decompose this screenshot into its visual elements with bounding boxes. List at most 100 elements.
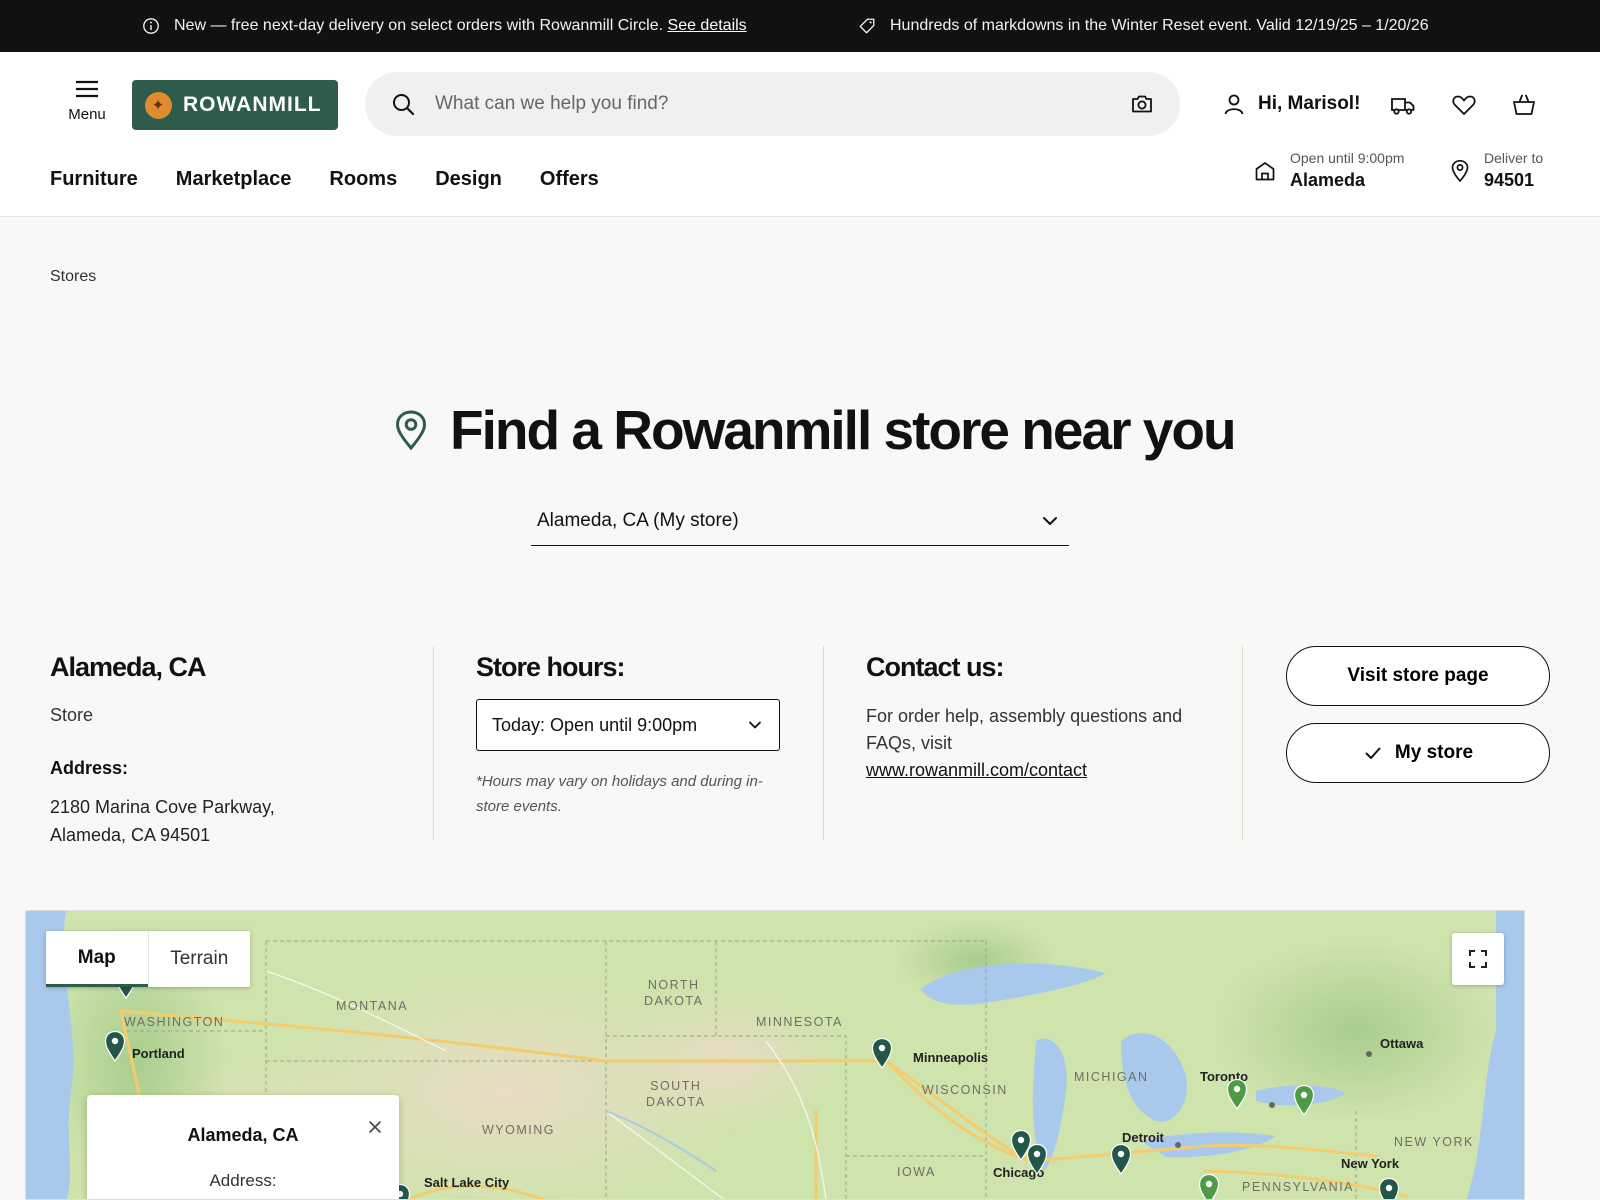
menu-label: Menu (68, 106, 106, 123)
store-selector-dropdown[interactable]: Alameda, CA (My store) (531, 496, 1069, 546)
region-montana: MONTANA (336, 999, 409, 1013)
region-pennsylvania: PENNSYLVANIA (1242, 1180, 1355, 1194)
announcement-bar: New — free next-day delivery on select o… (0, 0, 1600, 52)
greeting-text: Hi, Marisol! (1258, 93, 1361, 114)
map-info-popup: Alameda, CA Address: (87, 1095, 399, 1199)
search-input[interactable] (435, 72, 1095, 136)
checkmark-icon (1365, 747, 1381, 759)
hamburger-icon (76, 80, 98, 98)
site-logo[interactable]: ✦ ROWANMILL (132, 80, 338, 130)
store-selector-value: Alameda, CA (My store) (537, 509, 739, 531)
page-title: Find a Rowanmill store near you (450, 399, 1237, 461)
logo-text: ROWANMILL (183, 93, 322, 116)
city-ottawa: Ottawa (1380, 1036, 1424, 1051)
terrain-tab[interactable]: Terrain (147, 931, 251, 987)
region-iowa: IOWA (897, 1165, 936, 1179)
region-washington: WASHINGTON (124, 1015, 225, 1029)
search-bar (365, 72, 1180, 136)
store-marker-toronto-1[interactable] (1226, 1078, 1248, 1110)
deliver-to-label: Deliver to (1484, 150, 1544, 166)
city-portland: Portland (132, 1046, 185, 1061)
announcement-text-1: New — free next-day delivery on select o… (174, 17, 664, 34)
region-south-dakota: SOUTH DAKOTA (646, 1079, 706, 1109)
breadcrumb-stores[interactable]: Stores (50, 268, 96, 285)
popup-address-label: Address: (209, 1171, 277, 1190)
visit-store-label: Visit store page (1347, 665, 1489, 686)
address-line-1: 2180 Marina Cove Parkway, (50, 797, 275, 817)
store-map[interactable]: WASHINGTON MONTANA NORTH DAKOTA MINNESOT… (25, 910, 1525, 1200)
search-icon[interactable] (391, 92, 415, 116)
store-details: Alameda, CA Store Address: 2180 Marina C… (50, 646, 410, 845)
store-type: Store (50, 705, 94, 725)
delivery-truck-icon[interactable] (1390, 92, 1416, 118)
fullscreen-icon (1469, 950, 1487, 968)
announcement-text-2: Hundreds of markdowns in the Winter Rese… (890, 17, 1429, 34)
store-marker-chicago-2[interactable] (1026, 1143, 1048, 1175)
main-nav: Furniture Marketplace Rooms Design Offer… (50, 168, 599, 191)
see-details-link[interactable]: See details (668, 17, 747, 34)
selected-store-info[interactable]: Open until 9:00pm Alameda (1254, 150, 1404, 191)
tag-icon (859, 18, 875, 34)
region-new-york: NEW YORK (1394, 1135, 1474, 1149)
account-button[interactable]: Hi, Marisol! (1222, 92, 1360, 116)
store-title: Alameda, CA (50, 652, 207, 682)
store-status: Open until 9:00pm (1290, 150, 1405, 166)
hours-today: Today: Open until 9:00pm (492, 714, 698, 735)
deliver-zip: 94501 (1484, 170, 1535, 190)
info-icon (143, 18, 159, 34)
map-tab[interactable]: Map (46, 931, 148, 987)
contact-section: Contact us: For order help, assembly que… (866, 646, 1206, 840)
nav-offers[interactable]: Offers (540, 168, 599, 191)
column-divider (1242, 646, 1243, 840)
camera-icon[interactable] (1130, 94, 1154, 114)
breadcrumb[interactable]: Stores (50, 268, 96, 286)
region-michigan: MICHIGAN (1074, 1070, 1149, 1084)
my-store-button[interactable]: My store (1286, 723, 1550, 783)
store-address: 2180 Marina Cove Parkway, Alameda, CA 94… (50, 793, 410, 849)
hours-note: *Hours may vary on holidays and during i… (476, 773, 763, 815)
nav-rooms[interactable]: Rooms (329, 168, 397, 191)
region-wisconsin: WISCONSIN (922, 1083, 1008, 1097)
hours-dropdown[interactable]: Today: Open until 9:00pm (476, 699, 780, 751)
region-minnesota: MINNESOTA (756, 1015, 843, 1029)
city-salt-lake-city: Salt Lake City (424, 1175, 510, 1190)
region-wyoming: WYOMING (482, 1123, 555, 1137)
city-minneapolis: Minneapolis (913, 1050, 989, 1065)
store-marker-new-york[interactable] (1378, 1177, 1400, 1200)
store-marker-detroit[interactable] (1110, 1143, 1132, 1175)
close-icon[interactable] (367, 1119, 383, 1135)
nav-furniture[interactable]: Furniture (50, 168, 138, 191)
store-marker-portland[interactable] (104, 1030, 126, 1062)
contact-link[interactable]: www.rowanmill.com/contact (866, 760, 1087, 780)
region-north-dakota: NORTH DAKOTA (644, 978, 704, 1008)
menu-button[interactable]: Menu (50, 78, 124, 123)
store-hours: Store hours: Today: Open until 9:00pm *H… (476, 646, 806, 840)
nav-marketplace[interactable]: Marketplace (176, 168, 292, 191)
store-name: Alameda (1290, 170, 1366, 190)
fullscreen-button[interactable] (1452, 933, 1504, 985)
nav-design[interactable]: Design (435, 168, 502, 191)
popup-title: Alameda, CA (187, 1125, 299, 1145)
store-marker-toronto-2[interactable] (1293, 1084, 1315, 1116)
hero-heading: Find a Rowanmill store near you (394, 398, 1237, 462)
store-marker-minneapolis[interactable] (871, 1037, 893, 1069)
announcement-sale: Hundreds of markdowns in the Winter Rese… (858, 0, 1429, 52)
shopping-basket-icon[interactable] (1511, 92, 1537, 118)
heart-icon[interactable] (1451, 92, 1477, 118)
contact-text: For order help, assembly questions and F… (866, 703, 1186, 784)
address-label: Address: (50, 758, 129, 778)
hours-title: Store hours: (476, 652, 626, 682)
address-line-2: Alameda, CA 94501 (50, 825, 211, 845)
logo-badge-icon: ✦ (145, 91, 172, 119)
delivery-location-info[interactable]: Deliver to 94501 (1450, 150, 1543, 191)
chevron-down-icon (749, 721, 761, 729)
location-pin-icon (1451, 159, 1469, 182)
user-icon (1224, 94, 1244, 115)
column-divider (823, 646, 824, 840)
visit-store-page-button[interactable]: Visit store page (1286, 646, 1550, 706)
city-new-york: New York (1341, 1156, 1400, 1171)
store-marker-pennsylvania[interactable] (1198, 1173, 1220, 1200)
map-pin-icon (395, 410, 427, 450)
map-type-toggle: Map Terrain (46, 931, 250, 987)
contact-title: Contact us: (866, 652, 1005, 682)
